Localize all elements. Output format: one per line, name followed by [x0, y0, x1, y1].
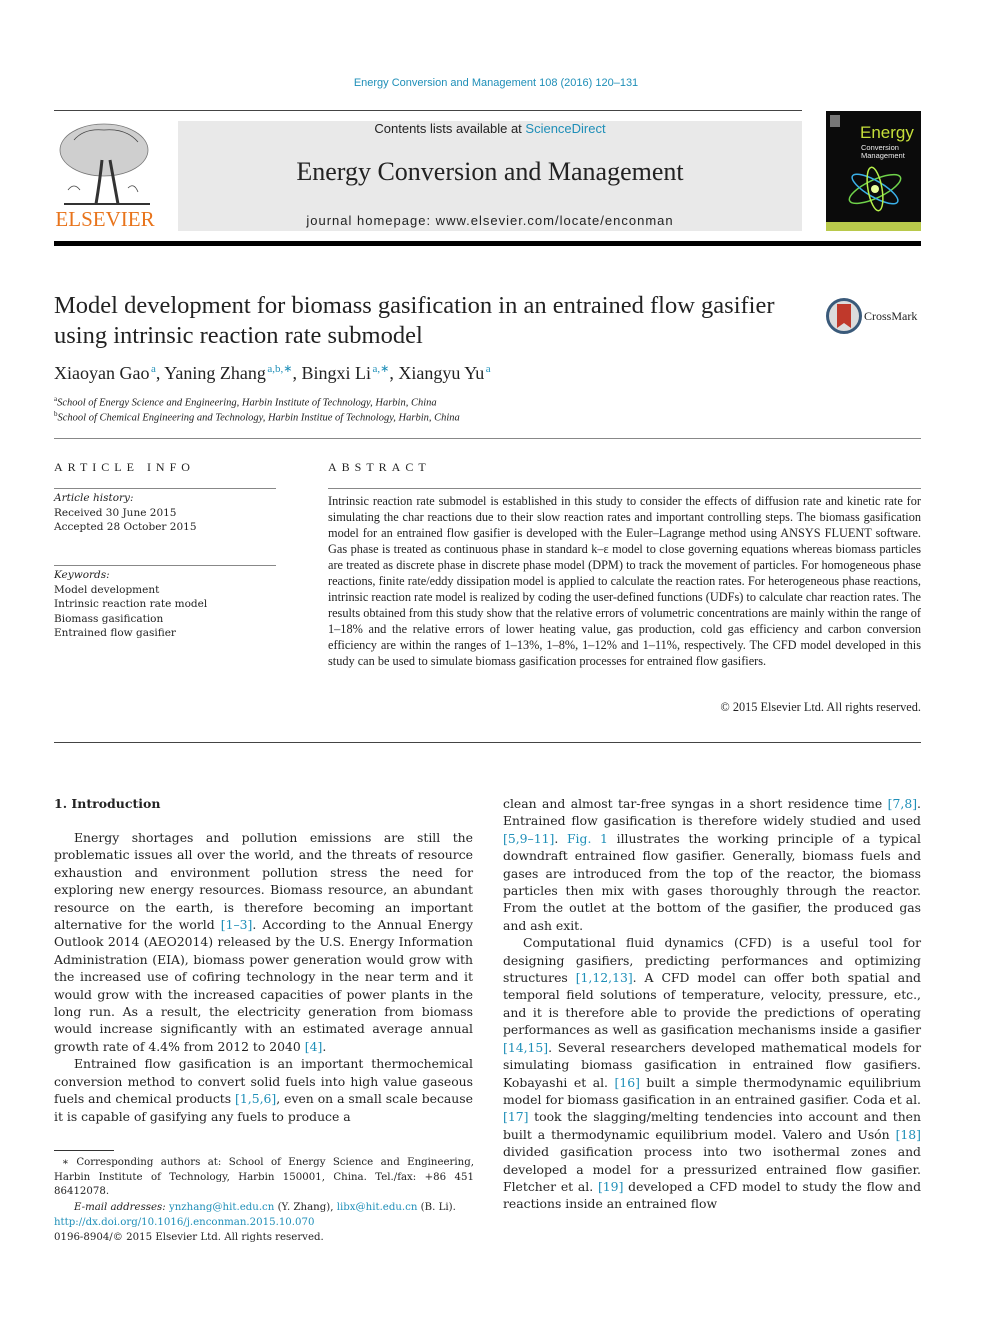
- header-rule: [54, 110, 802, 111]
- citation-link[interactable]: [14,15]: [503, 1040, 548, 1055]
- article-info-heading: ARTICLE INFO: [54, 460, 195, 474]
- cover-publisher-icon: [830, 115, 840, 127]
- journal-title: Energy Conversion and Management: [296, 157, 684, 186]
- citation-link[interactable]: [17]: [503, 1109, 528, 1124]
- affiliation: aSchool of Energy Science and Engineerin…: [54, 395, 437, 409]
- crossmark-label: CrossMark: [864, 309, 918, 323]
- citation-link[interactable]: [1,5,6]: [235, 1091, 276, 1106]
- keyword: Intrinsic reaction rate model: [54, 598, 208, 610]
- author[interactable]: Yaning Zhang a,b,∗: [164, 363, 292, 383]
- keywords: Keywords: Model development Intrinsic re…: [54, 568, 207, 641]
- cover-subtitle-line: Management: [861, 151, 905, 160]
- intro-right-column: clean and almost tar-free syngas in a sh…: [503, 795, 921, 1213]
- paragraph-text: . According to the Annual Energy Outlook…: [54, 917, 473, 1054]
- doi-link[interactable]: http://dx.doi.org/10.1016/j.enconman.201…: [54, 1216, 474, 1231]
- email-line: E-mail addresses: ynzhang@hit.edu.cn (Y.…: [54, 1201, 474, 1216]
- crossmark-icon: [826, 298, 862, 334]
- email-owner: (B. Li).: [417, 1201, 456, 1213]
- paragraph-text: clean and almost tar-free syngas in a sh…: [503, 796, 888, 811]
- section-heading: 1. Introduction: [54, 796, 161, 811]
- divider: [54, 488, 276, 489]
- sciencedirect-link[interactable]: ScienceDirect: [525, 121, 605, 136]
- citation-link[interactable]: [1–3]: [221, 917, 253, 932]
- cover-subtitle: Conversion Management: [861, 144, 905, 160]
- divider: [328, 488, 921, 489]
- contents-prefix: Contents lists available at: [374, 121, 526, 136]
- received-date: Received 30 June 2015: [54, 506, 177, 519]
- email-label: E-mail addresses:: [74, 1201, 166, 1213]
- author[interactable]: Xiaoyan Gao a: [54, 363, 156, 383]
- article-title: Model development for biomass gasificati…: [54, 292, 775, 349]
- history-label: Article history:: [54, 492, 134, 504]
- citation-link[interactable]: [18]: [896, 1127, 921, 1142]
- cover-strip: [826, 222, 921, 231]
- keyword: Biomass gasification: [54, 612, 164, 625]
- citation-link[interactable]: [7,8]: [888, 796, 917, 811]
- abstract-heading: ABSTRACT: [328, 460, 431, 474]
- citation-link[interactable]: Fig. 1: [567, 831, 608, 846]
- keyword: Model development: [54, 583, 160, 596]
- citation-link[interactable]: [1,12,13]: [576, 970, 633, 985]
- corresponding-author-note: ∗ Corresponding authors at: School of En…: [54, 1156, 474, 1215]
- article-history: Article history: Received 30 June 2015 A…: [54, 491, 197, 535]
- doi-block: http://dx.doi.org/10.1016/j.enconman.201…: [54, 1216, 474, 1245]
- journal-banner: Contents lists available at ScienceDirec…: [178, 121, 802, 231]
- abstract-text: Intrinsic reaction rate submodel is esta…: [328, 494, 921, 668]
- paragraph: Entrained flow gasification is an import…: [54, 1055, 473, 1125]
- contents-line: Contents lists available at ScienceDirec…: [178, 121, 802, 136]
- divider: [54, 742, 921, 743]
- affiliation: bSchool of Chemical Engineering and Tech…: [54, 410, 460, 424]
- divider: [54, 438, 921, 439]
- header-thick-rule: [54, 241, 921, 246]
- journal-homepage[interactable]: journal homepage: www.elsevier.com/locat…: [178, 213, 802, 228]
- accepted-date: Accepted 28 October 2015: [54, 521, 197, 533]
- author-list: Xiaoyan Gao a, Yaning Zhang a,b,∗, Bingx…: [54, 363, 491, 383]
- keyword: Entrained flow gasifier: [54, 627, 176, 639]
- journal-cover[interactable]: Energy Conversion Management: [826, 111, 921, 231]
- email-link[interactable]: libx@hit.edu.cn: [337, 1202, 418, 1213]
- paragraph-text: .: [554, 830, 567, 846]
- citation-link[interactable]: [19]: [598, 1179, 623, 1194]
- author[interactable]: Xiangyu Yu a: [398, 363, 490, 383]
- issn-copyright: 0196-8904/© 2015 Elsevier Ltd. All right…: [54, 1231, 324, 1243]
- citation-link[interactable]: [4]: [305, 1039, 323, 1054]
- paragraph: clean and almost tar-free syngas in a sh…: [503, 795, 921, 934]
- keywords-label: Keywords:: [54, 569, 110, 581]
- paragraph-text: took the slagging/melting tendencies int…: [503, 1109, 921, 1142]
- abstract-copyright: © 2015 Elsevier Ltd. All rights reserved…: [720, 700, 921, 714]
- paragraph: Computational fluid dynamics (CFD) is a …: [503, 934, 921, 1213]
- cover-art-icon: [848, 166, 902, 212]
- author[interactable]: Bingxi Li a,∗: [302, 363, 390, 383]
- divider: [54, 565, 276, 566]
- crossmark-button[interactable]: CrossMark: [826, 298, 926, 334]
- paragraph: Energy shortages and pollution emissions…: [54, 829, 473, 1055]
- email-link[interactable]: ynzhang@hit.edu.cn: [169, 1202, 274, 1213]
- corresponding-text: ∗ Corresponding authors at: School of En…: [54, 1157, 474, 1197]
- tree-icon: [59, 123, 150, 205]
- citation-link[interactable]: [5,9–11]: [503, 831, 554, 846]
- email-owner: (Y. Zhang),: [274, 1201, 337, 1213]
- elsevier-wordmark: ELSEVIER: [55, 207, 155, 231]
- elsevier-logo[interactable]: ELSEVIER: [54, 120, 156, 232]
- cover-title: Energy: [860, 123, 914, 142]
- intro-left-column: Energy shortages and pollution emissions…: [54, 829, 473, 1125]
- paragraph-text: .: [322, 1038, 327, 1054]
- running-head[interactable]: Energy Conversion and Management 108 (20…: [0, 77, 992, 89]
- paragraph-text: illustrates the working principle of a t…: [503, 830, 921, 933]
- footnote-rule: [54, 1150, 114, 1151]
- citation-link[interactable]: [16]: [615, 1075, 640, 1090]
